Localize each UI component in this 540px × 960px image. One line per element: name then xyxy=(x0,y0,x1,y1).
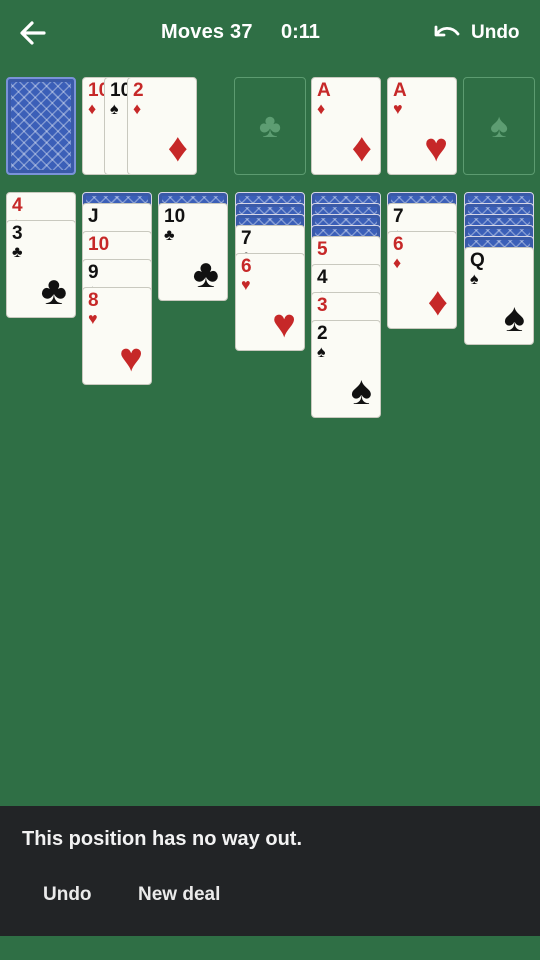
no-moves-banner: This position has no way out. Undo New d… xyxy=(0,806,540,936)
card-rank: 4 xyxy=(317,267,328,288)
card-rank: 7 xyxy=(241,228,252,249)
card-suit-large: ♦ xyxy=(427,280,448,324)
foundation-card[interactable]: A ♥ ♥ xyxy=(387,77,457,175)
card-rank: 3 xyxy=(317,295,328,316)
card-suit-small: ♠ xyxy=(110,101,119,118)
card-rank: 3 xyxy=(12,223,23,244)
card-suit-small: ♠ xyxy=(470,271,479,288)
card-suit-small: ♥ xyxy=(393,101,403,118)
card-suit-large: ♣ xyxy=(192,252,219,296)
foundation-slot-empty[interactable]: ♣ xyxy=(234,77,306,175)
card-rank: 9 xyxy=(88,262,99,283)
foundation-suit-icon: ♣ xyxy=(258,107,282,145)
card-suit-large: ♥ xyxy=(424,126,448,170)
banner-message: This position has no way out. xyxy=(22,828,303,850)
card-rank: 8 xyxy=(88,290,99,311)
card-suit-small: ♣ xyxy=(164,227,175,244)
card-suit-large: ♣ xyxy=(40,269,67,313)
card-suit-small: ♦ xyxy=(393,255,402,272)
card-rank: 2 xyxy=(317,323,328,344)
undo-label: Undo xyxy=(471,22,520,43)
foundation-card[interactable]: A ♦ ♦ xyxy=(311,77,381,175)
new-deal-button[interactable]: New deal xyxy=(138,884,220,906)
card-rank: 6 xyxy=(393,234,404,255)
card-suit-large: ♠ xyxy=(350,369,372,413)
top-bar: Moves 37 0:11 Undo xyxy=(0,0,540,66)
card-rank: A xyxy=(393,80,407,101)
card-suit-small: ♥ xyxy=(88,311,98,328)
card-suit-large: ♦ xyxy=(351,126,372,170)
card-rank: 5 xyxy=(317,239,328,260)
tableau-card[interactable]: 8 ♥ ♥ xyxy=(82,287,152,385)
tableau-card[interactable]: 6 ♦ ♦ xyxy=(387,231,457,329)
back-arrow-icon xyxy=(20,21,46,45)
card-suit-large: ♠ xyxy=(503,296,525,340)
card-rank: A xyxy=(317,80,331,101)
moves-counter: Moves 37 xyxy=(161,21,253,43)
foundation-suit-icon: ♠ xyxy=(489,107,509,145)
card-suit-small: ♥ xyxy=(241,277,251,294)
card-rank: 10 xyxy=(164,206,186,227)
card-rank: 2 xyxy=(133,80,144,101)
banner-undo-button[interactable]: Undo xyxy=(43,884,92,906)
card-rank: 7 xyxy=(393,206,404,227)
card-suit-large: ♦ xyxy=(167,126,188,170)
foundation-slot-empty[interactable]: ♠ xyxy=(463,77,535,175)
card-suit-large: ♥ xyxy=(119,336,143,380)
tableau-card[interactable]: 6 ♥ ♥ xyxy=(235,253,305,351)
card-rank: 4 xyxy=(12,195,23,216)
tableau-card[interactable]: 2 ♠ ♠ xyxy=(311,320,381,418)
card-suit-small: ♠ xyxy=(317,344,326,361)
card-suit-small: ♦ xyxy=(88,101,97,118)
game-timer: 0:11 xyxy=(281,21,320,43)
waste-card[interactable]: 2 ♦ ♦ xyxy=(127,77,197,175)
undo-button[interactable]: Undo xyxy=(432,17,520,49)
card-suit-large: ♥ xyxy=(272,302,296,346)
card-suit-small: ♣ xyxy=(12,244,23,261)
stock-pile[interactable] xyxy=(6,77,76,175)
card-rank: 6 xyxy=(241,256,252,277)
card-rank: 10 xyxy=(88,234,110,255)
card-rank: J xyxy=(88,206,99,227)
undo-icon xyxy=(434,25,460,37)
tableau-card[interactable]: Q ♠ ♠ xyxy=(464,247,534,345)
tableau-card[interactable]: 3 ♣ ♣ xyxy=(6,220,76,318)
card-suit-small: ♦ xyxy=(317,101,326,118)
card-suit-small: ♦ xyxy=(133,101,142,118)
card-rank: Q xyxy=(470,250,485,271)
back-button[interactable] xyxy=(14,16,50,50)
tableau-card[interactable]: 10 ♣ ♣ xyxy=(158,203,228,301)
